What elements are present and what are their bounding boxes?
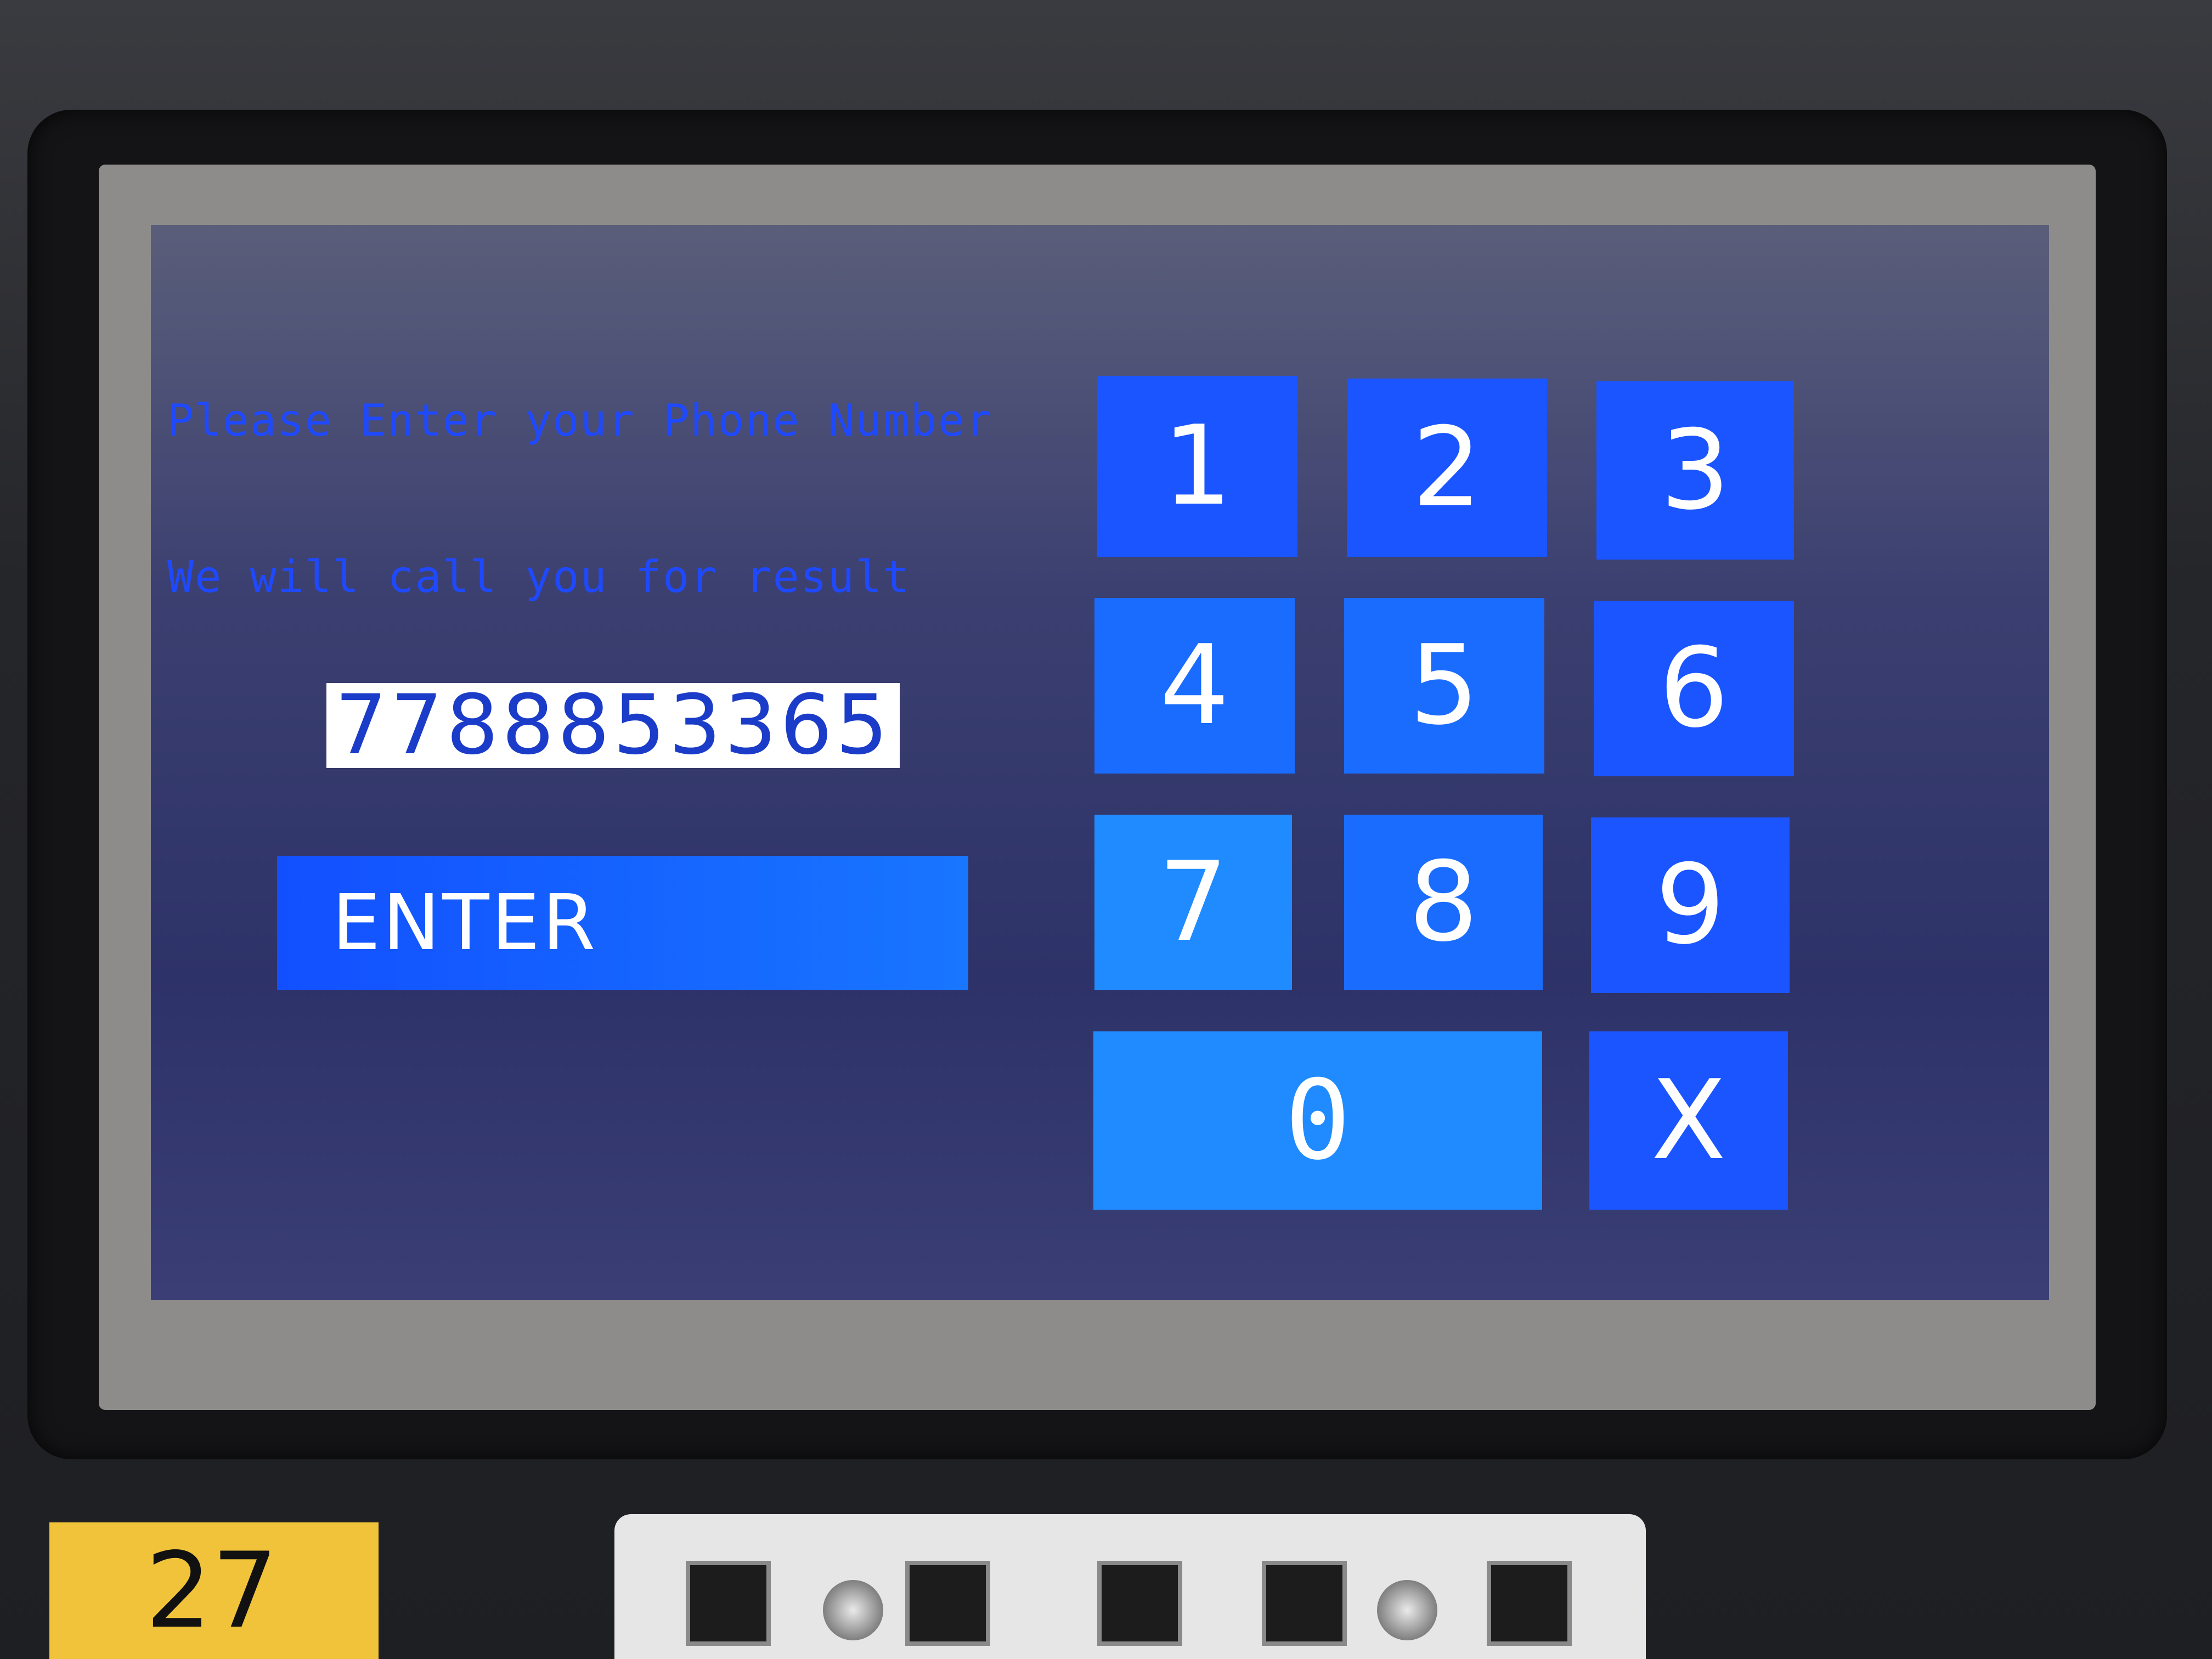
device-tag-label: 27 (49, 1522, 379, 1659)
prompt-phone-number: Please Enter your Phone Number (167, 395, 993, 446)
key-8[interactable]: 8 (1344, 815, 1543, 990)
prompt-call-result: We will call you for result (167, 551, 911, 602)
key-7[interactable]: 7 (1094, 815, 1292, 990)
screw-icon (1377, 1580, 1437, 1640)
key-5[interactable]: 5 (1344, 598, 1544, 774)
hardware-button-3[interactable] (1097, 1561, 1182, 1646)
key-4[interactable]: 4 (1094, 598, 1295, 774)
hardware-button-2[interactable] (905, 1561, 990, 1646)
hardware-button-4[interactable] (1262, 1561, 1347, 1646)
hardware-button-1[interactable] (686, 1561, 771, 1646)
hardware-button-5[interactable] (1487, 1561, 1572, 1646)
key-clear[interactable]: X (1589, 1031, 1788, 1210)
enter-button[interactable]: ENTER (277, 856, 968, 990)
key-1[interactable]: 1 (1097, 376, 1297, 557)
key-3[interactable]: 3 (1596, 381, 1794, 560)
key-9[interactable]: 9 (1591, 817, 1790, 993)
key-0[interactable]: 0 (1093, 1031, 1542, 1210)
key-6[interactable]: 6 (1594, 601, 1794, 776)
screw-icon (823, 1580, 883, 1640)
phone-number-field[interactable]: 7788853365 (326, 683, 900, 768)
key-2[interactable]: 2 (1347, 379, 1547, 557)
